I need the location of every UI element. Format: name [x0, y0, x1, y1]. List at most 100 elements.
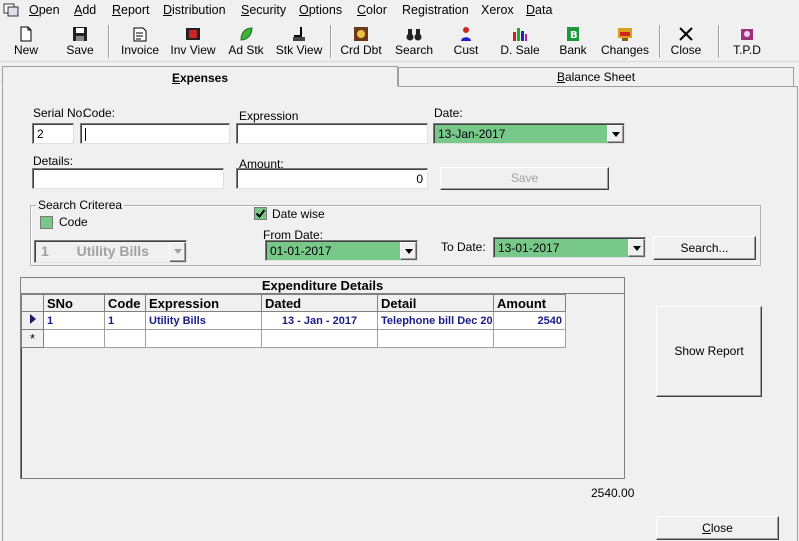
save-button[interactable]: Save [440, 167, 609, 190]
close-button[interactable]: Close [656, 516, 779, 540]
crd-dbt-button[interactable]: Crd Dbt [337, 24, 385, 60]
new-cell-sno[interactable] [43, 329, 105, 348]
cell-code[interactable]: 1 [104, 311, 146, 330]
credit-debit-icon [354, 27, 368, 41]
close-icon [679, 27, 693, 41]
datewise-checkbox[interactable] [254, 207, 267, 220]
search-toolbar-button[interactable]: Search [394, 24, 434, 60]
chevron-down-icon[interactable] [169, 242, 185, 261]
film-view-icon [186, 28, 200, 40]
ad-stk-button[interactable]: Ad Stk [226, 24, 266, 60]
details-label: Details: [33, 154, 74, 168]
current-row-indicator[interactable] [21, 311, 44, 330]
serial-no-field[interactable]: 2 [32, 123, 74, 144]
chevron-down-icon[interactable] [628, 239, 644, 256]
amount-field[interactable]: 0 [236, 168, 428, 189]
stk-view-button[interactable]: Stk View [275, 24, 323, 60]
cell-sno[interactable]: 1 [43, 311, 105, 330]
bank-icon: B [567, 27, 579, 41]
invoice-button[interactable]: Invoice [117, 24, 163, 60]
menu-xerox[interactable]: Xerox [481, 3, 514, 17]
floppy-disk-icon [73, 27, 87, 41]
menu-distribution[interactable]: Distribution [163, 3, 226, 17]
menu-add[interactable]: Add [74, 3, 96, 17]
code-label: Code: [83, 106, 116, 120]
search-button[interactable]: Search... [653, 236, 756, 260]
tab-balance-sheet[interactable]: Balance Sheet [398, 67, 794, 86]
changes-icon [618, 28, 632, 41]
text-cursor [85, 128, 86, 142]
new-cell-detail[interactable] [377, 329, 494, 348]
app-menu-icon[interactable] [3, 3, 19, 17]
grid-caption: Expenditure Details [21, 278, 624, 294]
row-header-corner [21, 294, 44, 312]
column-header-dated[interactable]: Dated [261, 294, 378, 312]
bank-button[interactable]: B Bank [556, 24, 590, 60]
from-date-picker[interactable]: 01-01-2017 [265, 240, 418, 261]
to-date-picker[interactable]: 13-01-2017 [493, 237, 646, 258]
column-header-detail[interactable]: Detail [377, 294, 494, 312]
column-header-sno[interactable]: SNo [43, 294, 105, 312]
save-toolbar-button[interactable]: Save [62, 24, 98, 60]
expression-label: Expression [239, 109, 299, 123]
cell-dated[interactable]: 13 - Jan - 2017 [261, 311, 378, 330]
menu-data[interactable]: Data [526, 3, 552, 17]
details-field[interactable] [32, 168, 224, 189]
date-picker[interactable]: 13-Jan-2017 [433, 123, 625, 144]
cell-detail[interactable]: Telephone bill Dec 20 [377, 311, 494, 330]
new-cell-amount[interactable] [493, 329, 566, 348]
chevron-down-icon[interactable] [607, 125, 623, 142]
category-combo[interactable]: 1 Utility Bills [34, 240, 187, 263]
menu-options[interactable]: Options [299, 3, 342, 17]
code-checkbox-label: Code [59, 215, 88, 229]
menu-open[interactable]: Open [29, 3, 60, 17]
tpd-button[interactable]: T.P.D [730, 24, 764, 60]
toolbar: New Save Invoice Inv View Ad Stk Stk Vie… [0, 22, 799, 62]
column-header-expression[interactable]: Expression [145, 294, 262, 312]
tab-expenses[interactable]: Expenses [2, 66, 398, 87]
code-checkbox[interactable] [40, 216, 53, 229]
expression-field[interactable] [236, 123, 428, 144]
total-amount: 2540.00 [591, 486, 635, 500]
new-cell-expression[interactable] [145, 329, 262, 348]
code-field[interactable] [80, 123, 230, 144]
changes-button[interactable]: Changes [601, 24, 649, 60]
inv-view-button[interactable]: Inv View [169, 24, 217, 60]
datewise-label: Date wise [272, 207, 325, 221]
checkmark-icon [255, 209, 266, 219]
menu-registration[interactable]: Registration [402, 3, 469, 17]
table-row[interactable]: 1 1 Utility Bills 13 - Jan - 2017 Teleph… [21, 311, 566, 330]
column-header-amount[interactable]: Amount [493, 294, 566, 312]
chevron-down-icon[interactable] [400, 242, 416, 259]
date-value: 13-Jan-2017 [438, 127, 506, 141]
svg-text:B: B [570, 30, 578, 41]
d-sale-button[interactable]: D. Sale [499, 24, 541, 60]
column-header-code[interactable]: Code [104, 294, 146, 312]
menu-security[interactable]: Security [241, 3, 286, 17]
new-table-row[interactable]: * [21, 329, 566, 348]
stock-view-icon [293, 27, 305, 41]
menu-report[interactable]: Report [112, 3, 150, 17]
new-cell-dated[interactable] [261, 329, 378, 348]
close-button-label-rest: lose [710, 521, 733, 535]
new-document-icon [20, 26, 32, 42]
to-date-value: 13-01-2017 [498, 241, 560, 255]
close-button-label-first: C [702, 521, 711, 535]
category-code: 1 [41, 243, 49, 259]
tpd-icon [741, 29, 753, 40]
toolbar-separator [718, 25, 720, 58]
date-label: Date: [434, 106, 463, 120]
cust-button[interactable]: Cust [449, 24, 483, 60]
cell-amount[interactable]: 2540 [493, 311, 566, 330]
bar-chart-icon [513, 28, 527, 41]
cell-expression[interactable]: Utility Bills [145, 311, 262, 330]
close-toolbar-button[interactable]: Close [668, 24, 704, 60]
category-name: Utility Bills [76, 243, 149, 259]
customer-icon [461, 27, 471, 41]
new-cell-code[interactable] [104, 329, 146, 348]
show-report-button[interactable]: Show Report [656, 306, 762, 397]
new-button[interactable]: New [8, 24, 44, 60]
serial-no-label: Serial No: [33, 106, 86, 120]
search-criteria-title: Search Criterea [36, 198, 125, 212]
menu-color[interactable]: Color [357, 3, 387, 17]
